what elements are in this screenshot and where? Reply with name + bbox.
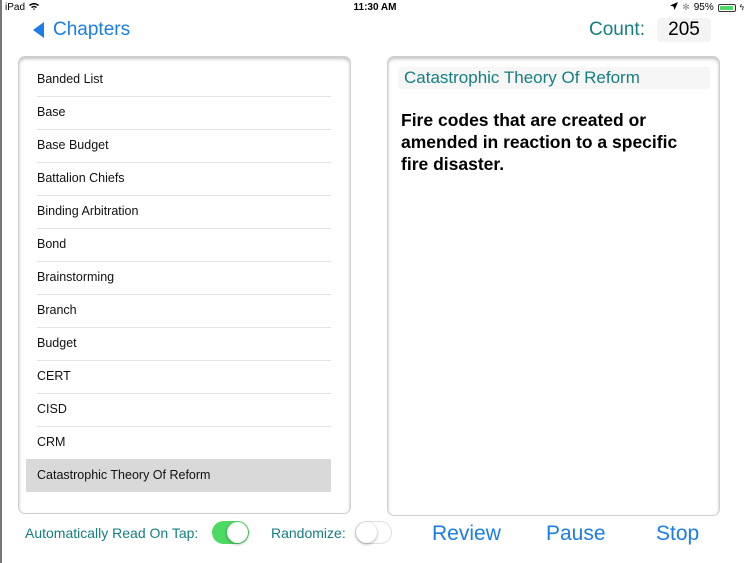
detail-definition: Fire codes that are created or amended i… <box>401 110 678 174</box>
list-item[interactable]: CRM <box>26 426 331 459</box>
list-item[interactable]: Branch <box>26 294 331 327</box>
term-list[interactable]: Banded List Base Base Budget Battalion Chie… <box>18 56 351 514</box>
status-bar: iPad 11:30 AM ✻ 95% ϟ <box>0 0 750 16</box>
list-item[interactable]: Banded List <box>26 63 331 96</box>
review-button[interactable]: Review <box>432 522 501 546</box>
auto-read-toggle[interactable] <box>212 521 249 544</box>
list-item[interactable]: Base Budget <box>26 129 331 162</box>
status-right: ✻ 95% ϟ <box>670 2 744 13</box>
count-value: 205 <box>657 18 711 42</box>
back-button-label: Chapters <box>53 19 131 40</box>
location-icon <box>670 2 679 13</box>
list-item[interactable]: Budget <box>26 327 331 360</box>
stop-button[interactable]: Stop <box>656 522 699 546</box>
battery-fill <box>719 5 734 10</box>
status-time: 11:30 AM <box>353 2 397 13</box>
pause-button[interactable]: Pause <box>546 522 606 546</box>
list-item[interactable]: Base <box>26 96 331 129</box>
toggle-knob <box>227 522 248 543</box>
charging-icon: ϟ <box>739 3 744 12</box>
list-item[interactable]: CERT <box>26 360 331 393</box>
toggle-knob <box>356 522 377 543</box>
count-label: Count: <box>589 19 645 40</box>
list-item[interactable]: CISD <box>26 393 331 426</box>
list-item[interactable]: Catastrophic Theory Of Reform <box>26 459 331 492</box>
list-item[interactable]: Binding Arbitration <box>26 195 331 228</box>
bluetooth-icon: ✻ <box>682 2 690 12</box>
screen-edge <box>0 0 2 563</box>
randomize-toggle[interactable] <box>355 521 392 544</box>
auto-read-label: Automatically Read On Tap: <box>25 525 199 541</box>
list-item[interactable]: Battalion Chiefs <box>26 162 331 195</box>
randomize-label: Randomize: <box>271 525 346 541</box>
back-button[interactable]: Chapters <box>33 19 130 41</box>
battery-percent: 95% <box>693 2 714 13</box>
detail-panel: Catastrophic Theory Of Reform Fire codes… <box>387 56 720 516</box>
battery-icon <box>717 3 736 12</box>
detail-title: Catastrophic Theory Of Reform <box>398 67 710 89</box>
list-item[interactable]: Brainstorming <box>26 261 331 294</box>
back-chevron-icon <box>33 22 44 38</box>
list-item[interactable]: Bond <box>26 228 331 261</box>
